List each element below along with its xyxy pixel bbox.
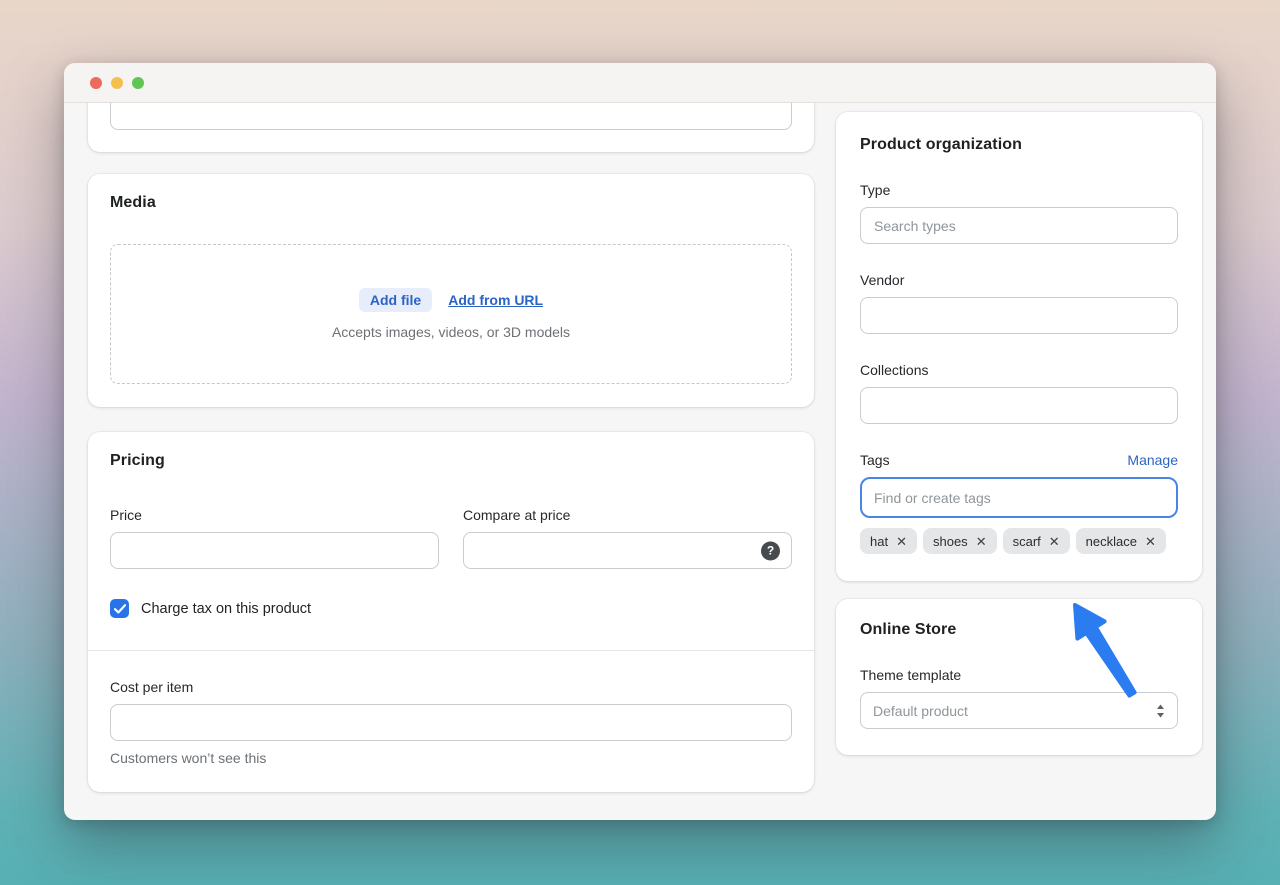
- tag-chip[interactable]: necklace ✕: [1076, 528, 1166, 554]
- cost-per-item-label: Cost per item: [110, 678, 792, 696]
- online-store-title: Online Store: [860, 621, 1178, 639]
- remove-tag-icon[interactable]: ✕: [976, 535, 987, 548]
- theme-template-label: Theme template: [860, 666, 1178, 684]
- top-partial-card: [88, 103, 814, 152]
- sidebar-column: Product organization Type Vendor Collect…: [836, 112, 1202, 819]
- add-from-url-link[interactable]: Add from URL: [448, 292, 543, 308]
- window-titlebar: [64, 63, 1216, 103]
- traffic-light-zoom-icon[interactable]: [132, 77, 144, 89]
- type-label: Type: [860, 181, 1178, 199]
- cost-per-item-input[interactable]: [110, 704, 792, 741]
- section-divider: [88, 650, 814, 651]
- tags-label: Tags: [860, 451, 890, 469]
- cost-hint: Customers won’t see this: [110, 750, 792, 766]
- product-organization-title: Product organization: [860, 136, 1178, 154]
- media-dropzone[interactable]: Add file Add from URL Accepts images, vi…: [110, 244, 792, 384]
- pricing-card: Pricing Price Compare at price ?: [88, 432, 814, 792]
- page-content: Media Add file Add from URL Accepts imag…: [64, 103, 1216, 819]
- type-input[interactable]: [860, 207, 1178, 244]
- compare-at-price-label: Compare at price: [463, 506, 792, 524]
- remove-tag-icon[interactable]: ✕: [1049, 535, 1060, 548]
- manage-tags-link[interactable]: Manage: [1127, 452, 1178, 468]
- traffic-light-close-icon[interactable]: [90, 77, 102, 89]
- vendor-label: Vendor: [860, 271, 1178, 289]
- charge-tax-label: Charge tax on this product: [141, 601, 311, 617]
- tag-chip[interactable]: scarf ✕: [1003, 528, 1070, 554]
- tag-chip-label: scarf: [1013, 534, 1041, 549]
- product-organization-card: Product organization Type Vendor Collect…: [836, 112, 1202, 581]
- app-window: Media Add file Add from URL Accepts imag…: [64, 63, 1216, 820]
- price-input[interactable]: [110, 532, 439, 569]
- online-store-card: Online Store Theme template Default prod…: [836, 599, 1202, 755]
- remove-tag-icon[interactable]: ✕: [896, 535, 907, 548]
- tag-chip-list: hat ✕ shoes ✕ scarf ✕ necklace: [860, 528, 1178, 554]
- tag-chip-label: shoes: [933, 534, 968, 549]
- charge-tax-checkbox-row[interactable]: Charge tax on this product: [110, 599, 792, 618]
- tag-chip-label: necklace: [1086, 534, 1137, 549]
- help-icon[interactable]: ?: [761, 541, 780, 560]
- add-file-button[interactable]: Add file: [359, 288, 432, 312]
- media-card: Media Add file Add from URL Accepts imag…: [88, 174, 814, 407]
- theme-template-value: Default product: [873, 703, 968, 719]
- tag-chip-label: hat: [870, 534, 888, 549]
- traffic-light-minimize-icon[interactable]: [111, 77, 123, 89]
- remove-tag-icon[interactable]: ✕: [1145, 535, 1156, 548]
- media-hint: Accepts images, videos, or 3D models: [332, 324, 570, 340]
- main-column: Media Add file Add from URL Accepts imag…: [88, 103, 814, 819]
- vendor-input[interactable]: [860, 297, 1178, 334]
- collections-label: Collections: [860, 361, 1178, 379]
- media-title: Media: [110, 194, 792, 212]
- tag-chip[interactable]: hat ✕: [860, 528, 917, 554]
- tags-input[interactable]: [860, 477, 1178, 518]
- price-label: Price: [110, 506, 439, 524]
- theme-template-select[interactable]: Default product: [860, 692, 1178, 729]
- tag-chip[interactable]: shoes ✕: [923, 528, 997, 554]
- top-partial-field[interactable]: [110, 103, 792, 130]
- compare-at-price-input[interactable]: [463, 532, 792, 569]
- pricing-title: Pricing: [110, 452, 792, 470]
- select-updown-icon: [1156, 704, 1165, 718]
- collections-input[interactable]: [860, 387, 1178, 424]
- checkbox-checked-icon[interactable]: [110, 599, 129, 618]
